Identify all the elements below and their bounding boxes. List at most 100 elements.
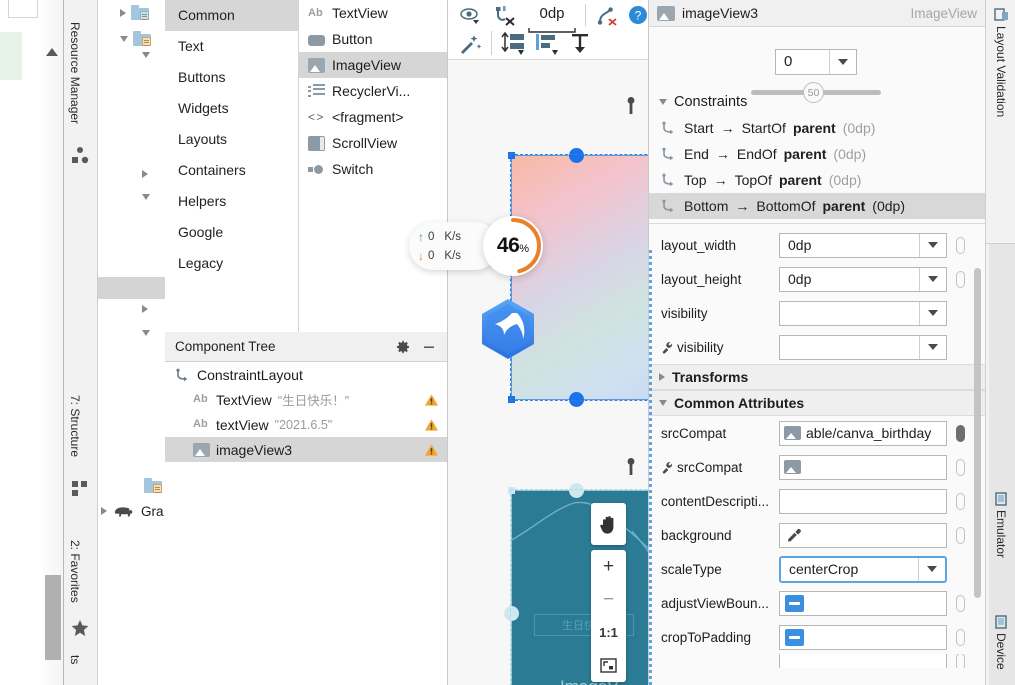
common-attributes-section-header[interactable]: Common Attributes [649, 390, 985, 416]
palette-category-text[interactable]: Text [165, 31, 298, 62]
tool-window-resource-manager[interactable]: Resource Manager [68, 22, 82, 124]
bias-spinner[interactable]: 0 [775, 49, 857, 75]
scaletype-dropdown[interactable]: centerCrop [779, 555, 947, 583]
tree-row[interactable] [142, 170, 148, 178]
constraint-item-end[interactable]: End → EndOf parent (0dp) [649, 141, 985, 167]
palette-category-widgets[interactable]: Widgets [165, 93, 298, 124]
tree-row[interactable] [120, 31, 151, 46]
tree-item-textview2[interactable]: Ab textView "2021.6.5" [165, 412, 447, 437]
tree-item-imageview3[interactable]: imageView3 [165, 437, 447, 462]
zoom-in-button[interactable]: + [591, 550, 626, 583]
palette-category-buttons[interactable]: Buttons [165, 62, 298, 93]
chevron-down-icon[interactable] [120, 35, 128, 42]
tool-window-projects[interactable]: ts [68, 655, 82, 664]
autoconnect-off-icon[interactable] [492, 4, 516, 28]
tristate-checkbox[interactable] [785, 628, 804, 646]
value-indicator[interactable] [956, 594, 965, 612]
tree-row[interactable] [142, 330, 150, 336]
contentdescription-field[interactable] [779, 488, 947, 514]
palette-item-fragment[interactable]: < > <fragment> [299, 104, 447, 130]
value-indicator[interactable] [956, 628, 965, 646]
tree-row[interactable] [120, 5, 149, 20]
transforms-section-header[interactable]: Transforms [649, 364, 985, 390]
canvas-zone[interactable]: 生日快乐 ImageV + − 1:1 [448, 60, 648, 685]
tools-srccompat-field[interactable] [779, 454, 947, 480]
value-indicator[interactable] [956, 458, 965, 476]
srccompat-field[interactable]: able/canva_birthday [779, 420, 947, 446]
chevron-down-icon[interactable] [659, 99, 667, 105]
chevron-right-icon[interactable] [142, 305, 148, 313]
tree-row[interactable] [144, 478, 162, 493]
tree-item-textview[interactable]: Ab TextView "生日快乐！" [165, 387, 447, 412]
palette-category-google[interactable]: Google [165, 217, 298, 248]
background-field[interactable] [779, 522, 947, 548]
tool-window-emulator[interactable]: Emulator [986, 492, 1015, 558]
infer-constraints-icon[interactable] [458, 32, 482, 56]
pack-icon[interactable] [500, 32, 526, 56]
scroll-up-arrow-icon[interactable] [46, 48, 58, 56]
constraint-item-start[interactable]: Start → StartOf parent (0dp) [649, 115, 985, 141]
align-icon[interactable] [534, 32, 560, 56]
chevron-right-icon[interactable] [101, 507, 107, 515]
palette-category-common[interactable]: Common [165, 0, 298, 31]
view-options-icon[interactable] [458, 5, 484, 27]
chevron-down-icon[interactable] [919, 335, 946, 359]
chevron-down-icon[interactable] [919, 301, 946, 325]
chevron-down-icon[interactable] [142, 194, 150, 200]
tree-row-gradle[interactable]: Gra [101, 503, 164, 519]
progress-badge[interactable]: 46 % [483, 216, 543, 276]
palette-category-legacy[interactable]: Legacy [165, 248, 298, 279]
top-constraint-handle[interactable] [569, 483, 584, 498]
palette-category-layouts[interactable]: Layouts [165, 124, 298, 155]
chevron-down-icon[interactable] [918, 557, 945, 581]
gear-icon[interactable] [395, 339, 411, 355]
chevron-down-icon[interactable] [142, 330, 150, 336]
value-indicator[interactable] [956, 654, 965, 668]
bias-slider[interactable]: 50 [751, 82, 881, 103]
chevron-down-icon[interactable] [659, 400, 667, 406]
guidelines-icon[interactable] [568, 32, 592, 56]
top-constraint-handle[interactable] [569, 148, 584, 163]
croptopadding-field[interactable] [779, 624, 947, 650]
layout-height-dropdown[interactable]: 0dp [779, 266, 947, 292]
value-indicator[interactable] [956, 270, 965, 288]
minimize-icon[interactable] [421, 339, 437, 355]
tree-item-constraintlayout[interactable]: ConstraintLayout [165, 362, 447, 387]
palette-item-recyclerview[interactable]: RecyclerVi... [299, 78, 447, 104]
zoom-to-fit-button[interactable] [591, 649, 626, 682]
adjustviewbounds-field[interactable] [779, 590, 947, 616]
tool-window-favorites[interactable]: 2: Favorites [68, 540, 82, 603]
tree-row[interactable] [142, 52, 150, 58]
palette-item-imageview[interactable]: ImageView [299, 52, 447, 78]
chevron-down-icon[interactable] [919, 267, 946, 291]
chevron-right-icon[interactable] [142, 170, 148, 178]
zoom-out-button[interactable]: − [591, 583, 626, 616]
layout-width-dropdown[interactable]: 0dp [779, 232, 947, 258]
chevron-right-icon[interactable] [659, 373, 665, 381]
scrollbar-thumb[interactable] [45, 575, 61, 660]
tool-window-structure[interactable]: 7: Structure [68, 395, 82, 457]
resize-handle-tl[interactable] [508, 487, 515, 494]
constraint-item-top[interactable]: Top → TopOf parent (0dp) [649, 167, 985, 193]
palette-item-scrollview[interactable]: ScrollView [299, 130, 447, 156]
palette-item-button[interactable]: Button [299, 26, 447, 52]
palette-category-helpers[interactable]: Helpers [165, 186, 298, 217]
app-logo-icon[interactable] [479, 298, 537, 360]
tool-window-device[interactable]: Device [986, 615, 1015, 670]
imageview-blueprint-render[interactable]: 生日快乐 ImageV [504, 483, 648, 685]
chevron-down-icon[interactable] [142, 52, 150, 58]
chevron-down-icon[interactable] [829, 50, 856, 74]
tool-window-layout-validation[interactable]: Layout Validation [986, 8, 1015, 117]
resize-handle-bl[interactable] [508, 396, 515, 403]
chevron-down-icon[interactable] [919, 233, 946, 257]
visibility-dropdown[interactable] [779, 300, 947, 326]
zoom-actual-size-button[interactable]: 1:1 [591, 616, 626, 649]
palette-item-switch[interactable]: Switch [299, 156, 447, 182]
bottom-constraint-handle[interactable] [569, 392, 584, 407]
tristate-checkbox[interactable] [785, 594, 804, 612]
chevron-right-icon[interactable] [120, 8, 126, 17]
slider-knob[interactable]: 50 [803, 82, 824, 103]
clear-constraints-icon[interactable] [596, 5, 620, 27]
tree-row[interactable] [142, 305, 148, 313]
attributes-scrollbar[interactable] [974, 268, 981, 598]
